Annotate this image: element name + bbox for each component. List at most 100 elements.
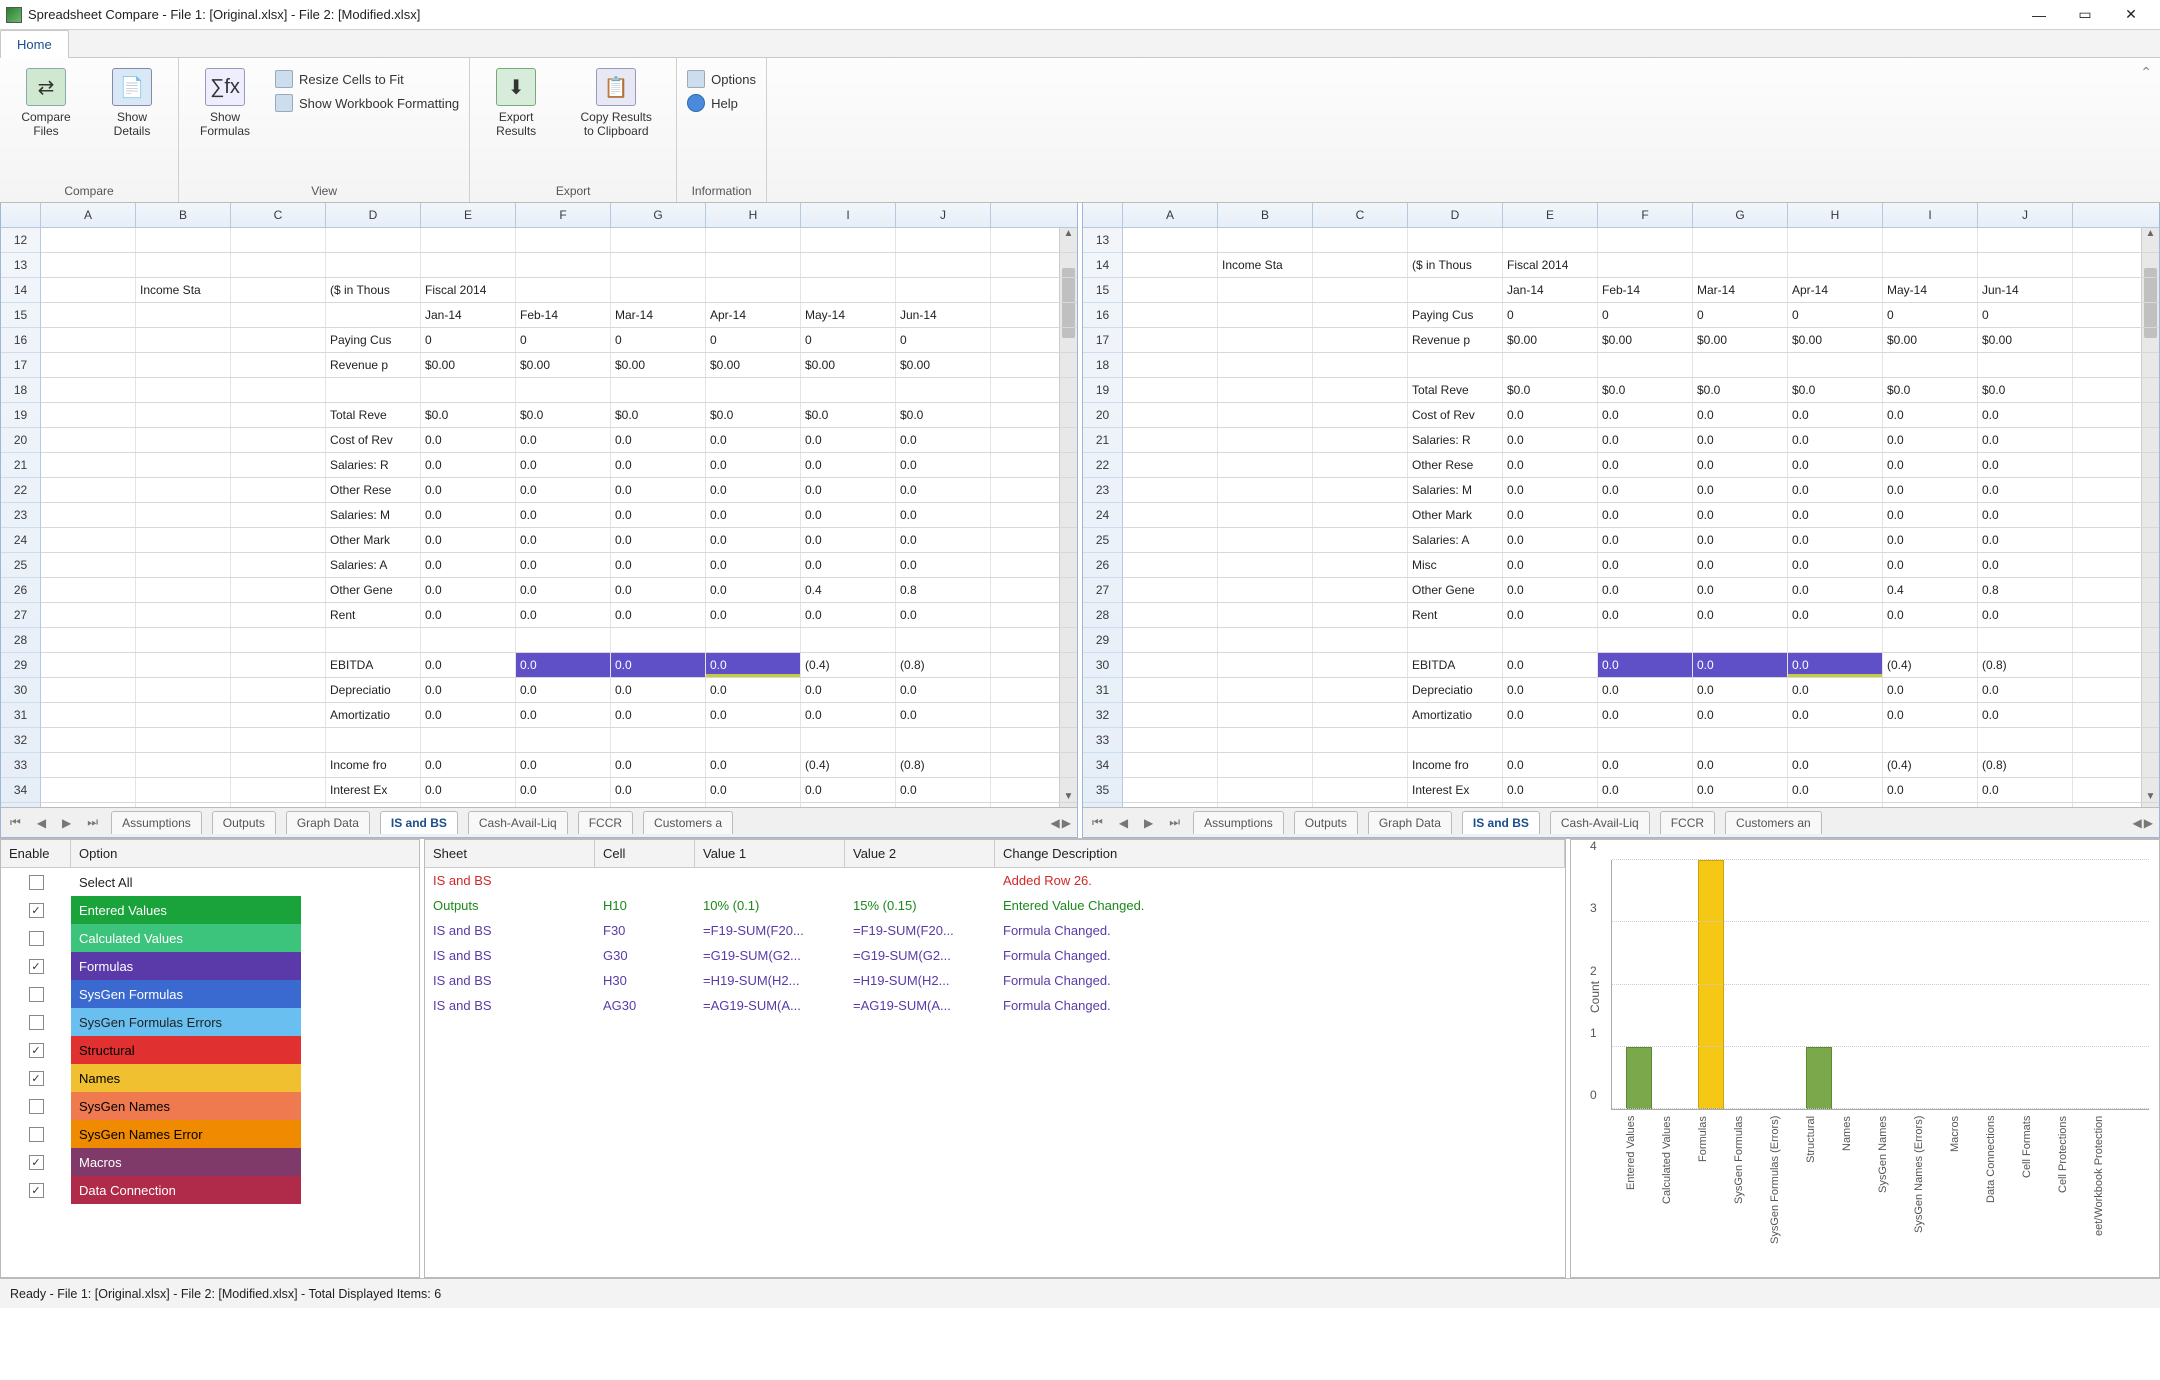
cell[interactable]: [1313, 578, 1408, 602]
column-header[interactable]: G: [611, 203, 706, 227]
cell[interactable]: [231, 678, 326, 702]
cell[interactable]: [706, 278, 801, 302]
cell[interactable]: [1218, 428, 1313, 452]
row-header[interactable]: 14: [1083, 253, 1122, 278]
cell[interactable]: $0.0: [801, 403, 896, 427]
cell[interactable]: 0.0: [1693, 778, 1788, 802]
cell[interactable]: [1123, 703, 1218, 727]
cell[interactable]: [611, 628, 706, 652]
row-header[interactable]: 16: [1083, 303, 1122, 328]
cell[interactable]: [231, 503, 326, 527]
cell[interactable]: [1978, 353, 2073, 377]
cell[interactable]: 0.0: [1598, 703, 1693, 727]
row-header[interactable]: 13: [1, 253, 40, 278]
cell[interactable]: (0.8): [1978, 653, 2073, 677]
row-header[interactable]: 24: [1083, 503, 1122, 528]
cell[interactable]: [516, 228, 611, 252]
cell[interactable]: 0.0: [516, 478, 611, 502]
option-checkbox[interactable]: ✓: [29, 1043, 44, 1058]
column-header[interactable]: E: [1503, 203, 1598, 227]
cell[interactable]: 0.0: [611, 553, 706, 577]
cell[interactable]: 0.0: [1503, 803, 1598, 807]
cell[interactable]: [231, 378, 326, 402]
cell[interactable]: [1788, 628, 1883, 652]
cell[interactable]: Mar-14: [1693, 278, 1788, 302]
cell[interactable]: [1123, 678, 1218, 702]
row-header[interactable]: 25: [1, 553, 40, 578]
row-header[interactable]: 13: [1083, 228, 1122, 253]
cell[interactable]: [516, 628, 611, 652]
cell[interactable]: 0.0: [801, 428, 896, 452]
cell[interactable]: 0.0: [421, 453, 516, 477]
cell[interactable]: [1218, 503, 1313, 527]
cell[interactable]: 0.0: [611, 578, 706, 602]
option-label[interactable]: Macros: [71, 1148, 301, 1176]
cell[interactable]: [516, 378, 611, 402]
sheet-nav-button[interactable]: ⏭: [84, 815, 101, 830]
cell[interactable]: 0.0: [1693, 403, 1788, 427]
cell[interactable]: [1123, 453, 1218, 477]
cell[interactable]: 0.0: [516, 653, 611, 677]
cell[interactable]: 0.0: [1978, 778, 2073, 802]
cell[interactable]: Other Gene: [1408, 578, 1503, 602]
cell[interactable]: 0.4: [801, 578, 896, 602]
sheet-tab[interactable]: Cash-Avail-Liq: [1550, 811, 1650, 834]
column-header[interactable]: J: [1978, 203, 2073, 227]
cell[interactable]: [1313, 528, 1408, 552]
cell[interactable]: [1883, 253, 1978, 277]
cell[interactable]: [1123, 353, 1218, 377]
cell[interactable]: [41, 253, 136, 277]
cell[interactable]: [1123, 403, 1218, 427]
row-header[interactable]: 29: [1, 653, 40, 678]
cell[interactable]: [611, 253, 706, 277]
cell[interactable]: 0.0: [516, 578, 611, 602]
option-label[interactable]: Names: [71, 1064, 301, 1092]
cell[interactable]: 0.0: [1503, 478, 1598, 502]
cell[interactable]: [1693, 728, 1788, 752]
cell[interactable]: 0: [1693, 303, 1788, 327]
cell[interactable]: Paying Cus: [326, 328, 421, 352]
cell[interactable]: [611, 378, 706, 402]
column-header[interactable]: C: [231, 203, 326, 227]
cell[interactable]: $0.0: [706, 403, 801, 427]
cell[interactable]: 0.0: [1598, 503, 1693, 527]
cell[interactable]: [231, 403, 326, 427]
column-header[interactable]: G: [1693, 203, 1788, 227]
cell[interactable]: 0.0: [611, 778, 706, 802]
cell[interactable]: 0.0: [1788, 528, 1883, 552]
cell[interactable]: 0: [706, 328, 801, 352]
cell[interactable]: [136, 803, 231, 807]
cell[interactable]: [1218, 378, 1313, 402]
cell[interactable]: [611, 278, 706, 302]
ribbon-collapse-icon[interactable]: ⌃: [2140, 64, 2152, 81]
cell[interactable]: 0.0: [1978, 528, 2073, 552]
row-header[interactable]: 32: [1, 728, 40, 753]
cell[interactable]: 0.0: [611, 753, 706, 777]
cell[interactable]: [41, 228, 136, 252]
cell[interactable]: 0.0: [421, 778, 516, 802]
cell[interactable]: 0.0: [421, 703, 516, 727]
cell[interactable]: $0.00: [1503, 328, 1598, 352]
cell[interactable]: 0: [801, 328, 896, 352]
cell[interactable]: 0.0: [1503, 703, 1598, 727]
cell[interactable]: Salaries: A: [1408, 528, 1503, 552]
cell[interactable]: $0.0: [1788, 378, 1883, 402]
cell[interactable]: [231, 528, 326, 552]
sheet-tab[interactable]: FCCR: [578, 811, 633, 834]
cell[interactable]: 0.0: [1978, 678, 2073, 702]
option-label[interactable]: Data Connection: [71, 1176, 301, 1204]
cell[interactable]: 0.0: [1883, 678, 1978, 702]
cell[interactable]: 0.0: [516, 553, 611, 577]
cell[interactable]: [1313, 778, 1408, 802]
cell[interactable]: $0.0: [1978, 378, 2073, 402]
cell[interactable]: 0.0: [1693, 478, 1788, 502]
cell[interactable]: [611, 728, 706, 752]
cell[interactable]: Income Sta: [136, 278, 231, 302]
column-header[interactable]: F: [1598, 203, 1693, 227]
diff-header-desc[interactable]: Change Description: [995, 840, 1565, 867]
cell[interactable]: 0.0: [1693, 503, 1788, 527]
cell[interactable]: [1883, 228, 1978, 252]
cell[interactable]: 0.0: [801, 528, 896, 552]
sheet-tab[interactable]: FCCR: [1660, 811, 1715, 834]
cell[interactable]: 0.0: [1788, 653, 1883, 677]
